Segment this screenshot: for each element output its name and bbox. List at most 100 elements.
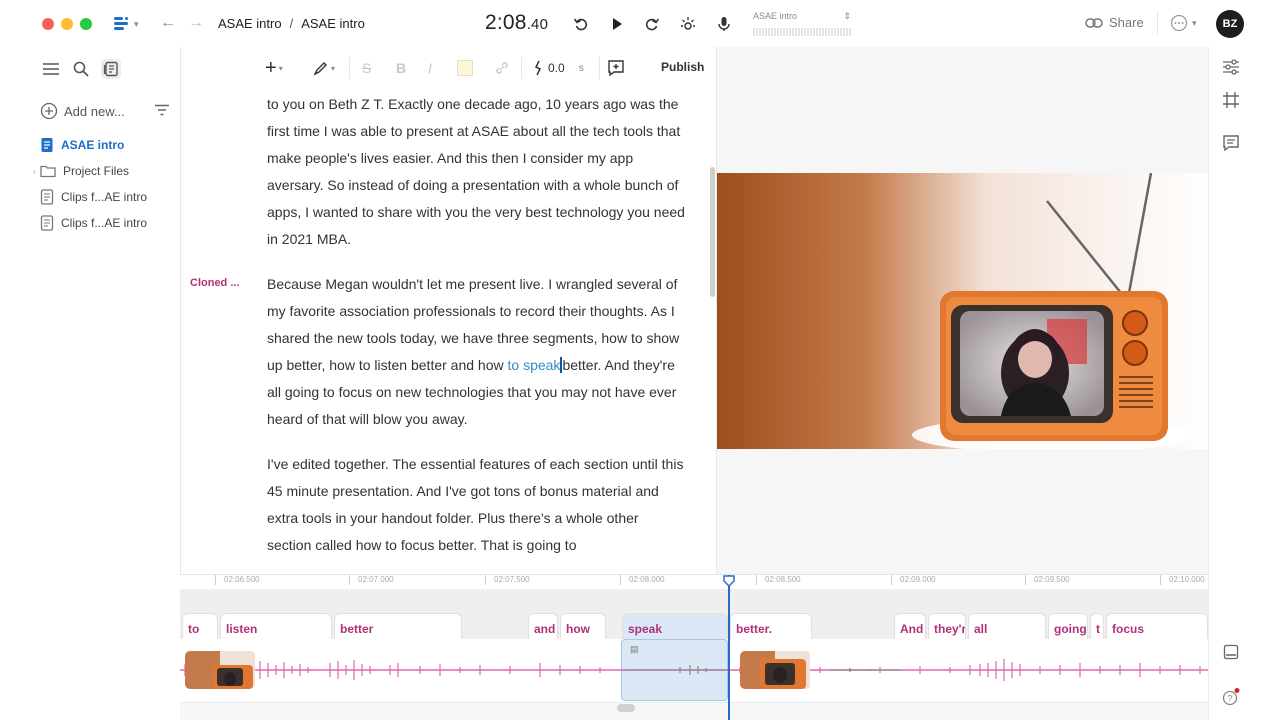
word-block[interactable]: And <box>894 613 926 639</box>
audio-waveform-track[interactable]: ▤ <box>180 639 1208 701</box>
sidebar-item-clips-1[interactable]: Clips f...AE intro <box>40 187 175 207</box>
word-block[interactable]: better <box>334 613 462 639</box>
sidebar-item-label: ASAE intro <box>61 138 125 152</box>
video-preview[interactable] <box>717 173 1208 449</box>
transcript-paragraph[interactable]: Because Megan wouldn't let me present li… <box>267 271 685 433</box>
sidebar-item-clips-2[interactable]: Clips f...AE intro <box>40 213 175 233</box>
help-icon[interactable]: ? <box>1221 687 1241 707</box>
toolbar-divider <box>521 57 522 79</box>
scene-track[interactable] <box>180 589 1208 611</box>
chevron-down-icon: ▾ <box>331 63 336 73</box>
breadcrumb-project[interactable]: ASAE intro <box>218 16 282 31</box>
link-icon[interactable] <box>494 59 510 77</box>
ruler-tick: 02:09.000 <box>891 575 936 585</box>
sidebar-item-project-files[interactable]: › Project Files <box>33 161 175 181</box>
share-button[interactable]: Share <box>1085 15 1144 30</box>
word-block[interactable]: how <box>560 613 606 639</box>
breadcrumb-document[interactable]: ASAE intro <box>301 16 365 31</box>
ruler-tick: 02:08.000 <box>620 575 665 585</box>
word-block[interactable]: t <box>1090 613 1104 639</box>
add-comment-icon[interactable] <box>607 59 625 77</box>
transcript-text[interactable]: to you on Beth Z T. Exactly one decade a… <box>267 91 685 574</box>
clip-thumbnail[interactable] <box>740 651 810 689</box>
time-ruler[interactable]: 02:06.500 02:07.000 02:07.500 02:08.000 … <box>180 575 1208 589</box>
app-window: ▾ ← → ASAE intro / ASAE intro 2:08.40 AS… <box>27 0 1253 720</box>
window-controls <box>42 18 92 30</box>
timecode-main: 2:08 <box>485 11 527 34</box>
highlight-color-icon[interactable] <box>457 59 473 77</box>
word-block[interactable]: better. <box>730 613 812 639</box>
user-avatar[interactable]: BZ <box>1216 10 1244 38</box>
sidebar-item-asae-intro[interactable]: ASAE intro <box>40 135 175 155</box>
app-menu-button[interactable]: ▾ <box>113 14 143 34</box>
edit-tools-button[interactable]: ▾ <box>313 59 335 77</box>
clip-thumbnail[interactable] <box>185 651 255 689</box>
document-icon <box>40 215 54 231</box>
close-window-button[interactable] <box>42 18 54 30</box>
forward-arrow-icon[interactable]: → <box>188 14 204 32</box>
filter-icon[interactable] <box>154 104 170 119</box>
gap-duration-unit: s <box>578 62 584 74</box>
right-inspector-rail: ? <box>1208 47 1253 720</box>
sidebar-item-label: Clips f...AE intro <box>61 216 148 230</box>
video-preview-pane <box>717 47 1208 574</box>
minimize-window-button[interactable] <box>61 18 73 30</box>
speaker-label[interactable]: Cloned ... <box>190 277 240 289</box>
transcript-paragraph[interactable]: I've edited together. The essential feat… <box>267 451 685 559</box>
search-icon[interactable] <box>71 59 91 79</box>
bold-icon[interactable]: B <box>396 59 406 77</box>
plus-icon: + <box>265 56 277 79</box>
insert-button[interactable]: + ▾ <box>265 56 283 79</box>
timeline-toggle-icon[interactable] <box>1221 642 1241 662</box>
gap-duration-control[interactable]: 0.0 s <box>533 59 584 77</box>
scenes-grid-icon[interactable] <box>1221 90 1241 110</box>
italic-icon[interactable]: I <box>428 59 432 77</box>
add-new-button[interactable]: Add new... <box>40 102 170 120</box>
timeline-footer <box>180 702 1208 720</box>
hamburger-menu-icon[interactable] <box>41 59 61 79</box>
gap-icon <box>534 60 542 76</box>
zoom-window-button[interactable] <box>80 18 92 30</box>
publish-button[interactable]: Publish <box>661 60 704 74</box>
playhead[interactable] <box>728 575 730 720</box>
ruler-tick: 02:06.500 <box>215 575 260 585</box>
format-toolbar: + ▾ ▾ S B I 0.0 s Publish <box>181 47 716 87</box>
pen-tool-icon <box>313 62 327 76</box>
sidebar-toolbar <box>41 59 121 79</box>
word-block[interactable]: listen <box>220 613 332 639</box>
properties-sliders-icon[interactable] <box>1221 57 1241 77</box>
word-block-selected[interactable]: speak <box>622 613 728 639</box>
strikethrough-icon[interactable]: S <box>362 59 371 77</box>
document-icon <box>41 138 53 152</box>
toolbar-divider <box>1157 12 1158 34</box>
word-block[interactable]: focus <box>1106 613 1208 639</box>
transcript-paragraph[interactable]: to you on Beth Z T. Exactly one decade a… <box>267 91 685 253</box>
comments-icon[interactable] <box>1221 133 1241 153</box>
level-meter-bar <box>753 28 851 36</box>
skip-back-icon[interactable] <box>571 14 591 34</box>
gap-duration-value: 0.0 <box>548 61 565 75</box>
playhead-handle-icon[interactable] <box>723 575 735 587</box>
word-block[interactable]: going <box>1048 613 1088 639</box>
ruler-tick: 02:09.500 <box>1025 575 1070 585</box>
editor-scrollbar[interactable] <box>710 167 715 297</box>
more-options-button[interactable]: ▾ <box>1170 14 1197 32</box>
play-icon[interactable] <box>607 14 627 34</box>
timeline-horizontal-scrollbar[interactable] <box>617 704 635 712</box>
effects-sparkle-icon[interactable] <box>678 14 698 34</box>
word-block[interactable]: they'r <box>928 613 966 639</box>
project-browser-icon[interactable] <box>101 59 121 79</box>
playback-timecode: 2:08.40 <box>485 11 548 35</box>
word-block[interactable]: and <box>528 613 558 639</box>
microphone-icon[interactable] <box>714 14 734 34</box>
back-arrow-icon[interactable]: ← <box>160 14 176 32</box>
audio-input-meter[interactable]: ASAE intro ⇕ <box>753 11 851 36</box>
selected-word-highlight[interactable]: to speak <box>508 357 561 373</box>
word-block[interactable]: all <box>968 613 1046 639</box>
word-block[interactable]: to <box>182 613 218 639</box>
skip-forward-icon[interactable] <box>642 14 662 34</box>
waveform-graphic <box>180 659 1208 681</box>
disclosure-triangle-icon[interactable]: › <box>33 167 36 176</box>
breadcrumb: ASAE intro / ASAE intro <box>218 16 365 31</box>
audio-input-label: ASAE intro <box>753 11 798 21</box>
